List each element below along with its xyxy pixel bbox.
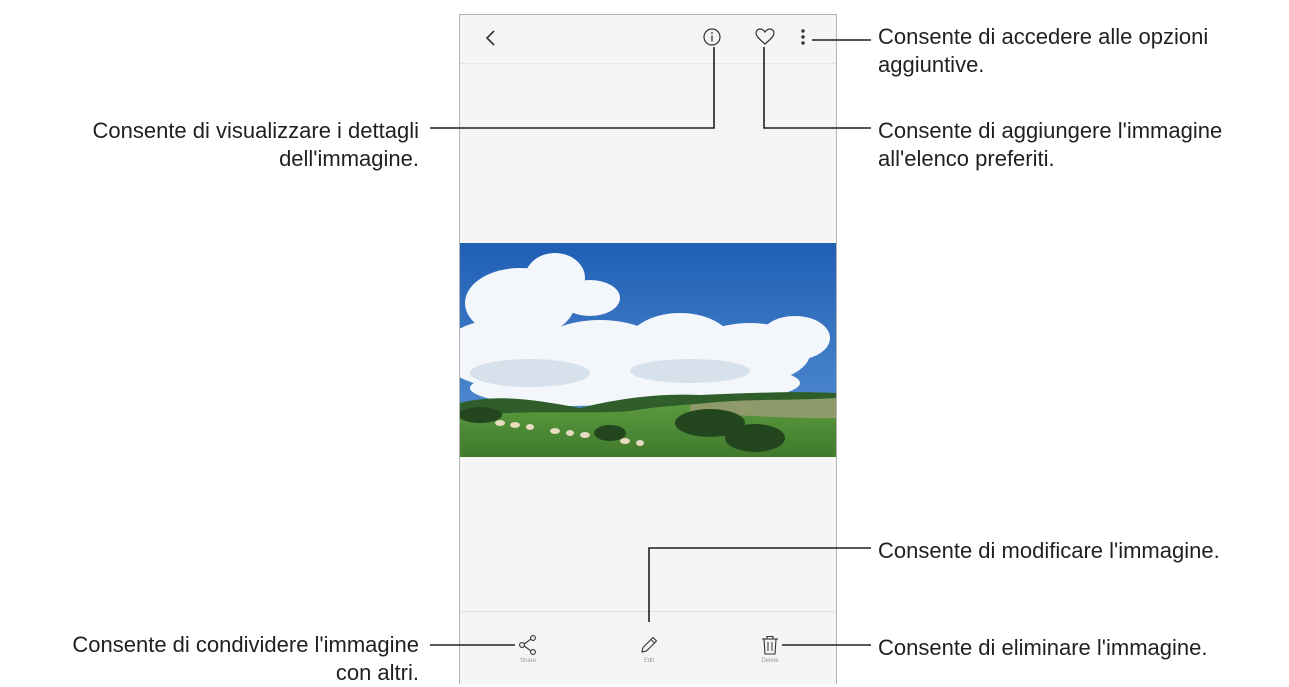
callout-line: Consente di visualizzare i dettagli — [92, 118, 419, 143]
callout-line: Consente di eliminare l'immagine. — [878, 635, 1208, 660]
callout-line: Consente di modificare l'immagine. — [878, 538, 1220, 563]
callout-favorites: Consente di aggiungere l'immagine all'el… — [878, 117, 1222, 173]
callout-line: all'elenco preferiti. — [878, 146, 1055, 171]
callout-line: Consente di aggiungere l'immagine — [878, 118, 1223, 143]
callout-share: Consente di condividere l'immagine con a… — [72, 631, 419, 687]
callout-more-options: Consente di accedere alle opzioni aggiun… — [878, 23, 1208, 79]
callout-line: aggiuntive. — [878, 52, 985, 77]
callout-edit: Consente di modificare l'immagine. — [878, 537, 1220, 565]
callout-details: Consente di visualizzare i dettagli dell… — [92, 117, 419, 173]
callout-delete: Consente di eliminare l'immagine. — [878, 634, 1207, 662]
callout-line: Consente di accedere alle opzioni — [878, 24, 1209, 49]
callout-line: con altri. — [335, 660, 419, 685]
callout-line: dell'immagine. — [279, 146, 419, 171]
callout-line: Consente di condividere l'immagine — [72, 632, 419, 657]
callout-lines — [430, 39, 871, 646]
